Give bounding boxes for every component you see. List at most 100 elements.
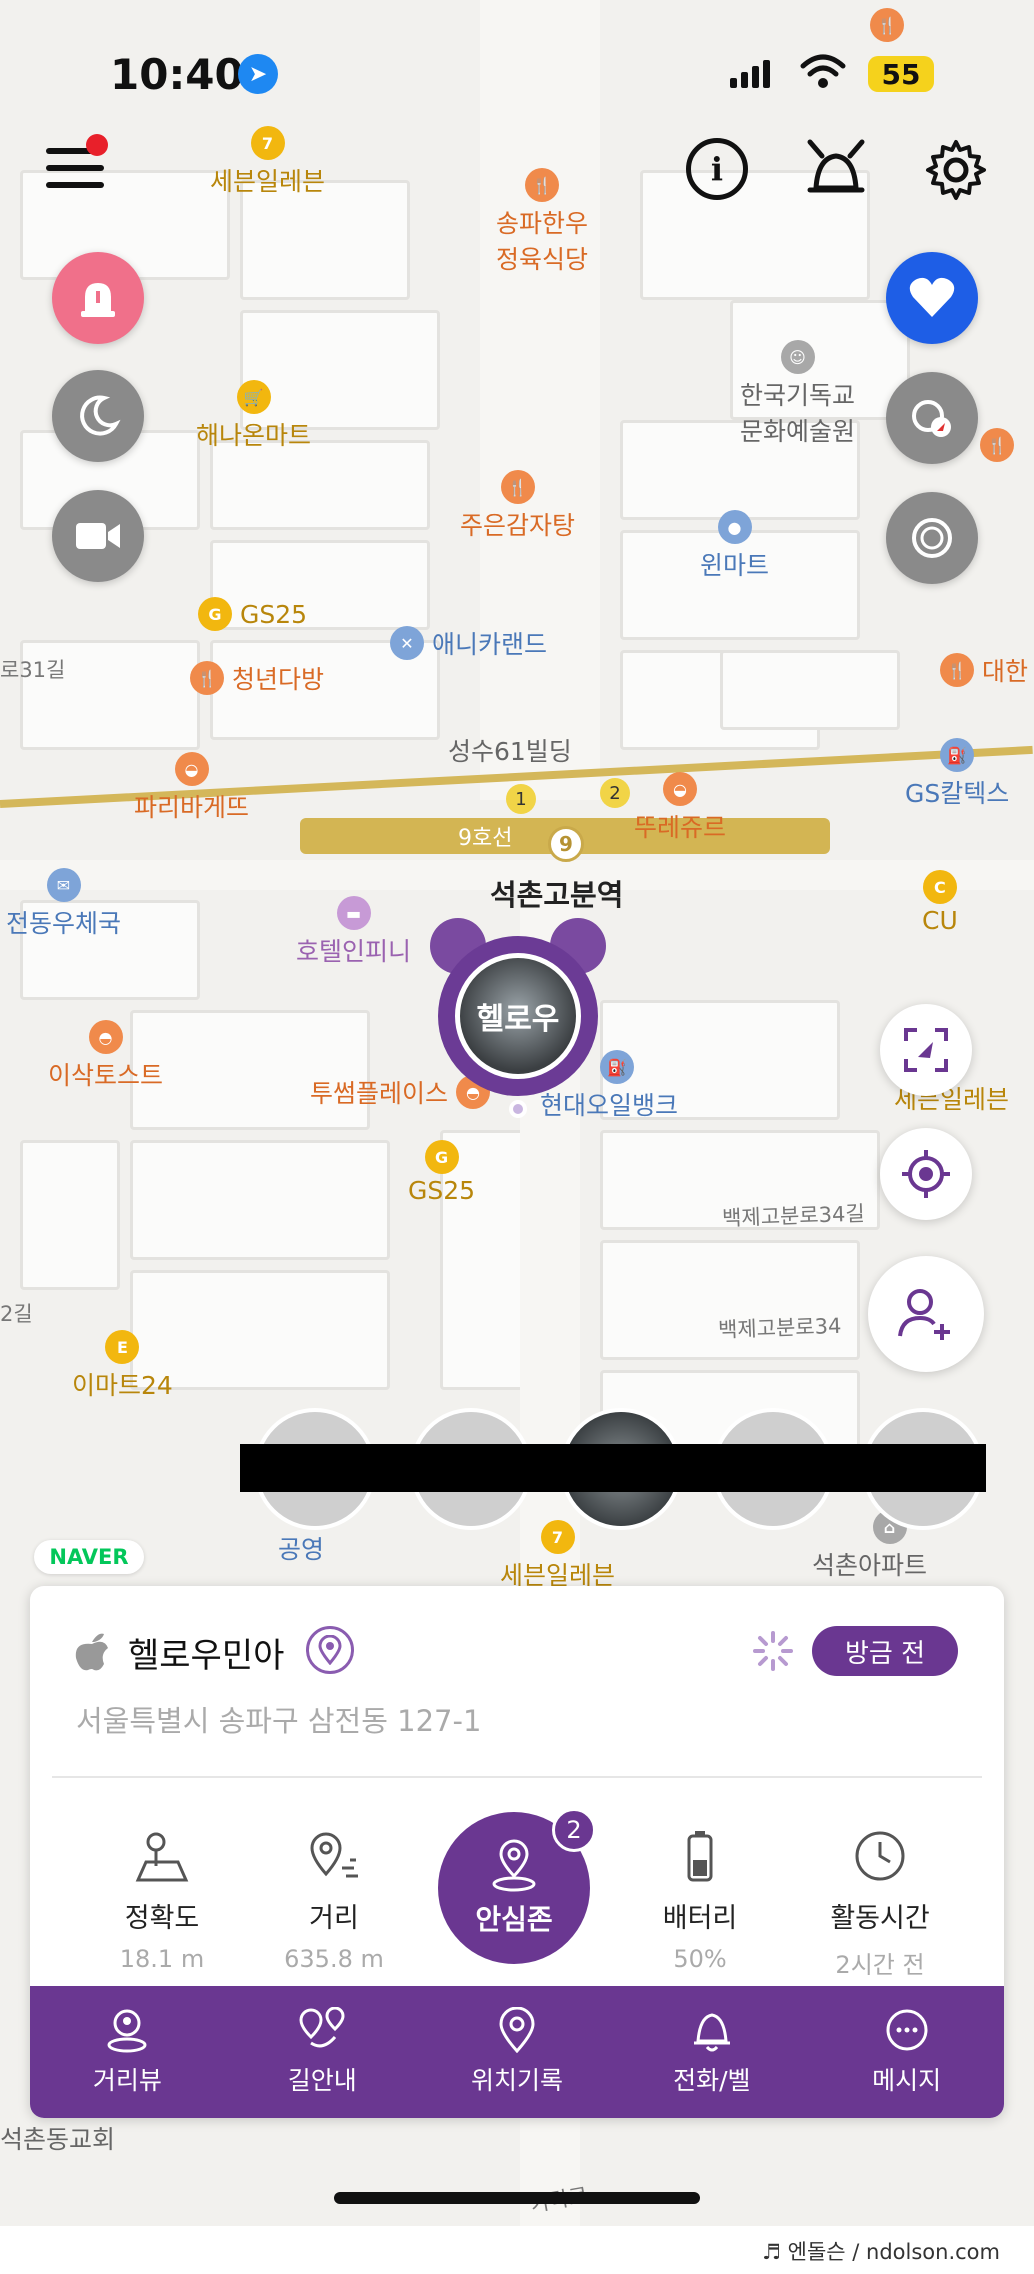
clock-icon xyxy=(855,1831,905,1881)
poi-label: 석촌동교회 xyxy=(0,2125,116,2154)
timer-button[interactable] xyxy=(886,492,978,584)
poi-tous-les-jours[interactable]: ◒ 뚜레쥬르 xyxy=(634,772,726,844)
poi-jueun-gamjatang[interactable]: 🍴 주은감자탕 xyxy=(460,470,575,542)
poi-gs25-b[interactable]: G GS25 xyxy=(408,1140,475,1205)
menu-button[interactable] xyxy=(46,134,108,192)
poi-daehan[interactable]: 🍴 대한 xyxy=(940,652,1028,688)
poi-label: 해나온마트 xyxy=(196,421,312,450)
stat-distance[interactable]: 거리 635.8 m xyxy=(254,1828,414,1973)
nav-location-history[interactable]: 위치기록 xyxy=(420,1986,615,2118)
nav-label: 전화/벨 xyxy=(673,2066,751,2095)
safe-zone-pin-icon xyxy=(492,1839,536,1892)
stat-accuracy[interactable]: 정확도 18.1 m xyxy=(82,1828,242,1973)
poi-gs25-a[interactable]: G GS25 xyxy=(198,597,307,631)
poi-seongsu61[interactable]: 성수61빌딩 xyxy=(448,732,572,768)
poi-label: 전동우체국 xyxy=(6,909,122,938)
geofence-button[interactable] xyxy=(886,372,978,464)
line-9-label: 9호선 xyxy=(458,826,513,851)
marker-name: 헬로우 xyxy=(455,953,581,1079)
bell-icon xyxy=(693,2013,730,2052)
restaurant-icon: 🍴 xyxy=(190,661,224,695)
crosshair-icon xyxy=(902,1150,950,1198)
notification-dot xyxy=(86,134,108,156)
poi-7eleven-bottom[interactable]: 7 세븐일레븐 xyxy=(500,1520,615,1592)
refresh-time-button[interactable]: 방금 전 xyxy=(812,1626,958,1676)
street-view-icon xyxy=(107,2009,147,2053)
device-location-marker[interactable]: 헬로우 xyxy=(430,918,606,1096)
poi-cheongnyeon-dabang[interactable]: 🍴 청년다방 xyxy=(190,660,324,696)
poi-post-office[interactable]: ✉ 전동우체국 xyxy=(6,868,121,940)
home-indicator[interactable] xyxy=(334,2192,700,2204)
poi-anycarland[interactable]: ✕ 애니카랜드 xyxy=(390,625,547,661)
safe-zone-count-badge: 2 xyxy=(552,1808,596,1852)
poi-label: 파리바게뜨 xyxy=(134,793,250,822)
route-pin-icon xyxy=(912,400,951,437)
battery-icon xyxy=(687,1831,713,1882)
nav-label: 메시지 xyxy=(872,2066,942,2095)
poi-winmart[interactable]: ● 윈마트 xyxy=(700,510,769,582)
poi-songpa-hanwoo[interactable]: 🍴 송파한우 정육식당 xyxy=(496,168,588,276)
status-time: 10:40 xyxy=(110,50,244,99)
station-name[interactable]: 석촌고분역 xyxy=(490,872,623,914)
poi-public-parking[interactable]: 공영 xyxy=(278,1530,324,1566)
poi-label: GS칼텍스 xyxy=(905,779,1010,808)
nav-label: 거리뷰 xyxy=(92,2066,162,2095)
focus-button[interactable] xyxy=(880,1004,972,1096)
restaurant-icon: 🍴 xyxy=(500,470,535,504)
nav-label: 길안내 xyxy=(287,2066,357,2095)
store-icon: G xyxy=(424,1140,459,1174)
nav-call-bell[interactable]: 전화/벨 xyxy=(614,1986,809,2118)
poi-emart24[interactable]: E 이마트24 xyxy=(72,1330,173,1402)
store-icon: G xyxy=(198,597,232,631)
video-camera-icon xyxy=(76,523,120,549)
bottom-action-bar: 거리뷰 길안내 위치기록 전화/벨 메시지 xyxy=(30,1986,1004,2118)
settings-gear-button[interactable] xyxy=(924,138,988,202)
poi-church[interactable]: 석촌동교회 xyxy=(0,2120,115,2156)
emergency-alarm-button[interactable] xyxy=(52,252,144,344)
poi-paris-baguette[interactable]: ◒ 파리바게뜨 xyxy=(134,752,249,824)
stat-label: 정확도 xyxy=(124,1903,200,1934)
restaurant-icon: 🍴 xyxy=(980,428,1014,462)
stat-label: 배터리 xyxy=(662,1903,738,1934)
poi-isaac-toast[interactable]: ◓ 이삭토스트 xyxy=(48,1020,163,1092)
stat-value: 18.1 m xyxy=(119,1945,205,1973)
naver-logo: NAVER xyxy=(34,1540,144,1574)
nav-message[interactable]: 메시지 xyxy=(809,1986,1004,2118)
poi-christian-arts[interactable]: ☺ 한국기독교 문화예술원 xyxy=(740,340,855,448)
bed-icon: ▬ xyxy=(336,896,371,930)
divider xyxy=(52,1776,982,1778)
location-pin-badge[interactable] xyxy=(306,1626,354,1674)
poi-deoben[interactable]: 🍴 xyxy=(980,428,1014,462)
care-heart-button[interactable] xyxy=(886,252,978,344)
poi-cu[interactable]: C CU xyxy=(922,870,958,935)
directions-pins-icon xyxy=(299,2007,345,2048)
add-member-button[interactable] xyxy=(868,1256,984,1372)
poi-label: 호텔인피니 xyxy=(296,937,412,966)
gas-station-icon: ⛽ xyxy=(940,738,975,772)
poi-haenaon-mart[interactable]: 🛒 해나온마트 xyxy=(196,380,311,452)
distance-pin-icon xyxy=(310,1832,358,1878)
my-location-button[interactable] xyxy=(880,1128,972,1220)
street-label: 로31길 xyxy=(0,658,66,682)
device-address: 서울특별시 송파구 삼전동 127-1 xyxy=(76,1704,482,1738)
nav-directions[interactable]: 길안내 xyxy=(225,1986,420,2118)
poi-gs-caltex[interactable]: ⛽ GS칼텍스 xyxy=(905,738,1009,810)
cart-icon: 🛒 xyxy=(236,380,271,414)
wrench-icon: ✕ xyxy=(390,626,424,660)
stat-activity-time[interactable]: 활동시간 2시간 전 xyxy=(800,1828,960,1980)
marker-ring: 헬로우 xyxy=(438,936,598,1096)
stat-battery[interactable]: 배터리 50% xyxy=(620,1828,780,1973)
safe-zone-button[interactable]: 안심존 2 xyxy=(438,1808,596,1964)
alarm-bell-button[interactable] xyxy=(804,136,868,204)
info-button[interactable]: i xyxy=(686,138,748,200)
pin-icon xyxy=(318,1635,342,1665)
safe-zone-label: 안심존 xyxy=(475,1903,553,1936)
poi-label: 한국기독교 문화예술원 xyxy=(740,381,856,446)
video-button[interactable] xyxy=(52,490,144,582)
poi-hotel-infini[interactable]: ▬ 호텔인피니 xyxy=(296,896,411,968)
restaurant-icon: 🍴 xyxy=(940,653,974,687)
sleep-mode-button[interactable] xyxy=(52,370,144,462)
nav-street-view[interactable]: 거리뷰 xyxy=(30,1986,225,2118)
stat-value: 2시간 전 xyxy=(835,1951,925,1979)
bakery-icon: ◒ xyxy=(663,772,697,806)
